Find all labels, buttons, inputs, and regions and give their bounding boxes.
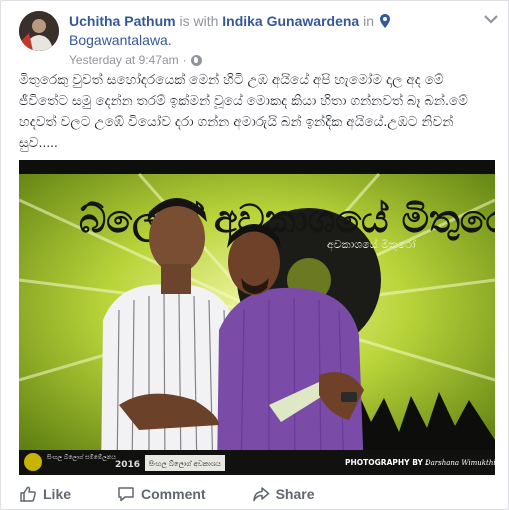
comment-button[interactable]: Comment xyxy=(111,479,212,509)
thumbs-up-icon xyxy=(20,486,36,502)
photo-footer-year: 2016 xyxy=(115,460,140,470)
avatar[interactable] xyxy=(19,11,59,51)
in-text: in xyxy=(363,13,374,29)
share-icon xyxy=(252,487,269,502)
photo-image: අවකාශයේ මිතුරෝ බ්ලොග් අවකාශයේ මිතුරෝ සිං… xyxy=(19,160,495,475)
photo-credit: PHOTOGRAPHY BY : xyxy=(345,458,429,467)
location-link[interactable]: Bogawantalawa. xyxy=(69,31,172,50)
chevron-down-icon[interactable] xyxy=(483,13,499,25)
with-text: is with xyxy=(179,13,219,29)
action-bar: Like Comment Share xyxy=(13,479,498,509)
photo-footer-left: සිංහල බ්ලොග් සම්මේලනය xyxy=(47,454,117,461)
location-pin-icon xyxy=(379,14,390,28)
tagged-name[interactable]: Indika Gunawardena xyxy=(222,13,359,29)
globe-icon[interactable] xyxy=(190,54,202,66)
post-photo[interactable]: අවකාශයේ මිතුරෝ බ්ලොග් අවකාශයේ මිතුරෝ සිං… xyxy=(19,160,495,475)
meta-separator: · xyxy=(182,53,187,67)
timestamp[interactable]: Yesterday at 9:47am xyxy=(69,53,179,67)
comment-icon xyxy=(118,487,134,502)
photo-banner-text: බ්ලොග් අවකාශයේ මිතුරෝ xyxy=(79,197,495,244)
comment-label: Comment xyxy=(141,486,206,502)
like-button[interactable]: Like xyxy=(13,479,77,509)
share-label: Share xyxy=(275,486,315,502)
author-name[interactable]: Uchitha Pathum xyxy=(69,13,176,29)
post-meta: Yesterday at 9:47am · xyxy=(69,53,202,67)
photo-footer-mid: සිංහල බ්ලොග් අවකාශය xyxy=(149,460,221,469)
photo-credit-name: Darshana Wimukthi xyxy=(424,459,495,467)
share-button[interactable]: Share xyxy=(246,479,321,509)
post-card: Uchitha Pathum is with Indika Gunawarden… xyxy=(0,0,509,510)
post-header: Uchitha Pathum is with Indika Gunawarden… xyxy=(19,11,499,69)
avatar-image xyxy=(19,11,59,51)
post-text: මිතුරෙකු වුවත් සහෝදරයෙක් මෙන් හිටි උඹ අය… xyxy=(19,72,468,150)
like-label: Like xyxy=(43,486,72,502)
header-line: Uchitha Pathum is with Indika Gunawarden… xyxy=(69,12,479,31)
